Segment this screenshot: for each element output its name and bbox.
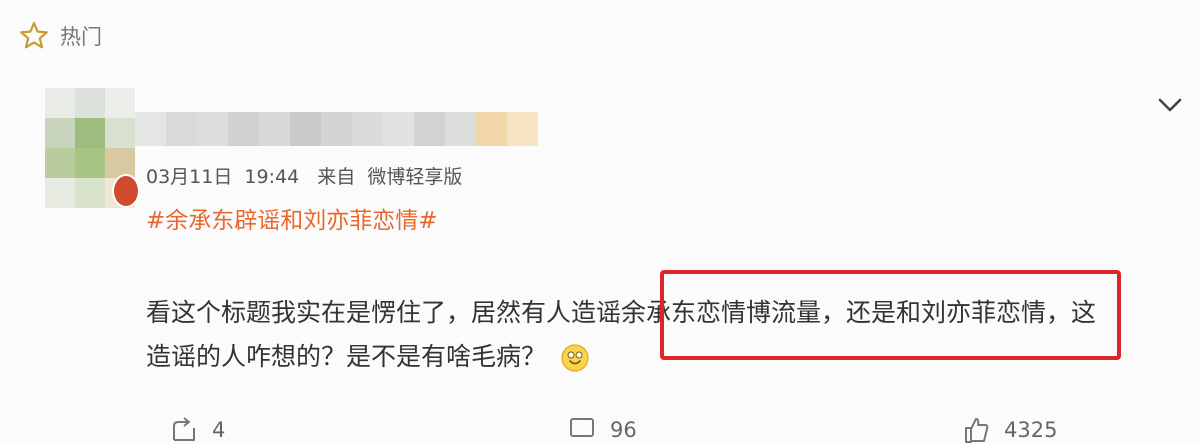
more-options-button[interactable] <box>1155 94 1185 116</box>
username[interactable] <box>135 112 538 146</box>
post-meta: 03月11日 19:44 来自 微博轻享版 <box>146 166 463 188</box>
highlight-annotation <box>660 270 1121 360</box>
like-count: 4325 <box>1004 418 1058 442</box>
comment-count: 96 <box>610 418 637 442</box>
comment-button[interactable]: 96 <box>568 416 637 444</box>
verified-badge <box>112 174 140 208</box>
like-button[interactable]: 4325 <box>962 416 1057 444</box>
hot-tag[interactable]: 热门 <box>18 18 102 54</box>
hot-label: 热门 <box>60 25 102 49</box>
like-icon <box>965 418 989 443</box>
star-icon <box>20 21 48 49</box>
forward-icon <box>173 417 195 441</box>
forward-button[interactable]: 4 <box>170 416 225 444</box>
chevron-down-icon <box>1158 98 1182 112</box>
smile-emoji <box>561 344 589 372</box>
forward-count: 4 <box>212 418 226 442</box>
comment-icon <box>570 418 594 437</box>
post-text-line-2: 造谣的人咋想的？是不是有啥毛病？ <box>146 342 547 371</box>
hashtag-link[interactable]: #余承东辟谣和刘亦菲恋情# <box>146 201 438 235</box>
